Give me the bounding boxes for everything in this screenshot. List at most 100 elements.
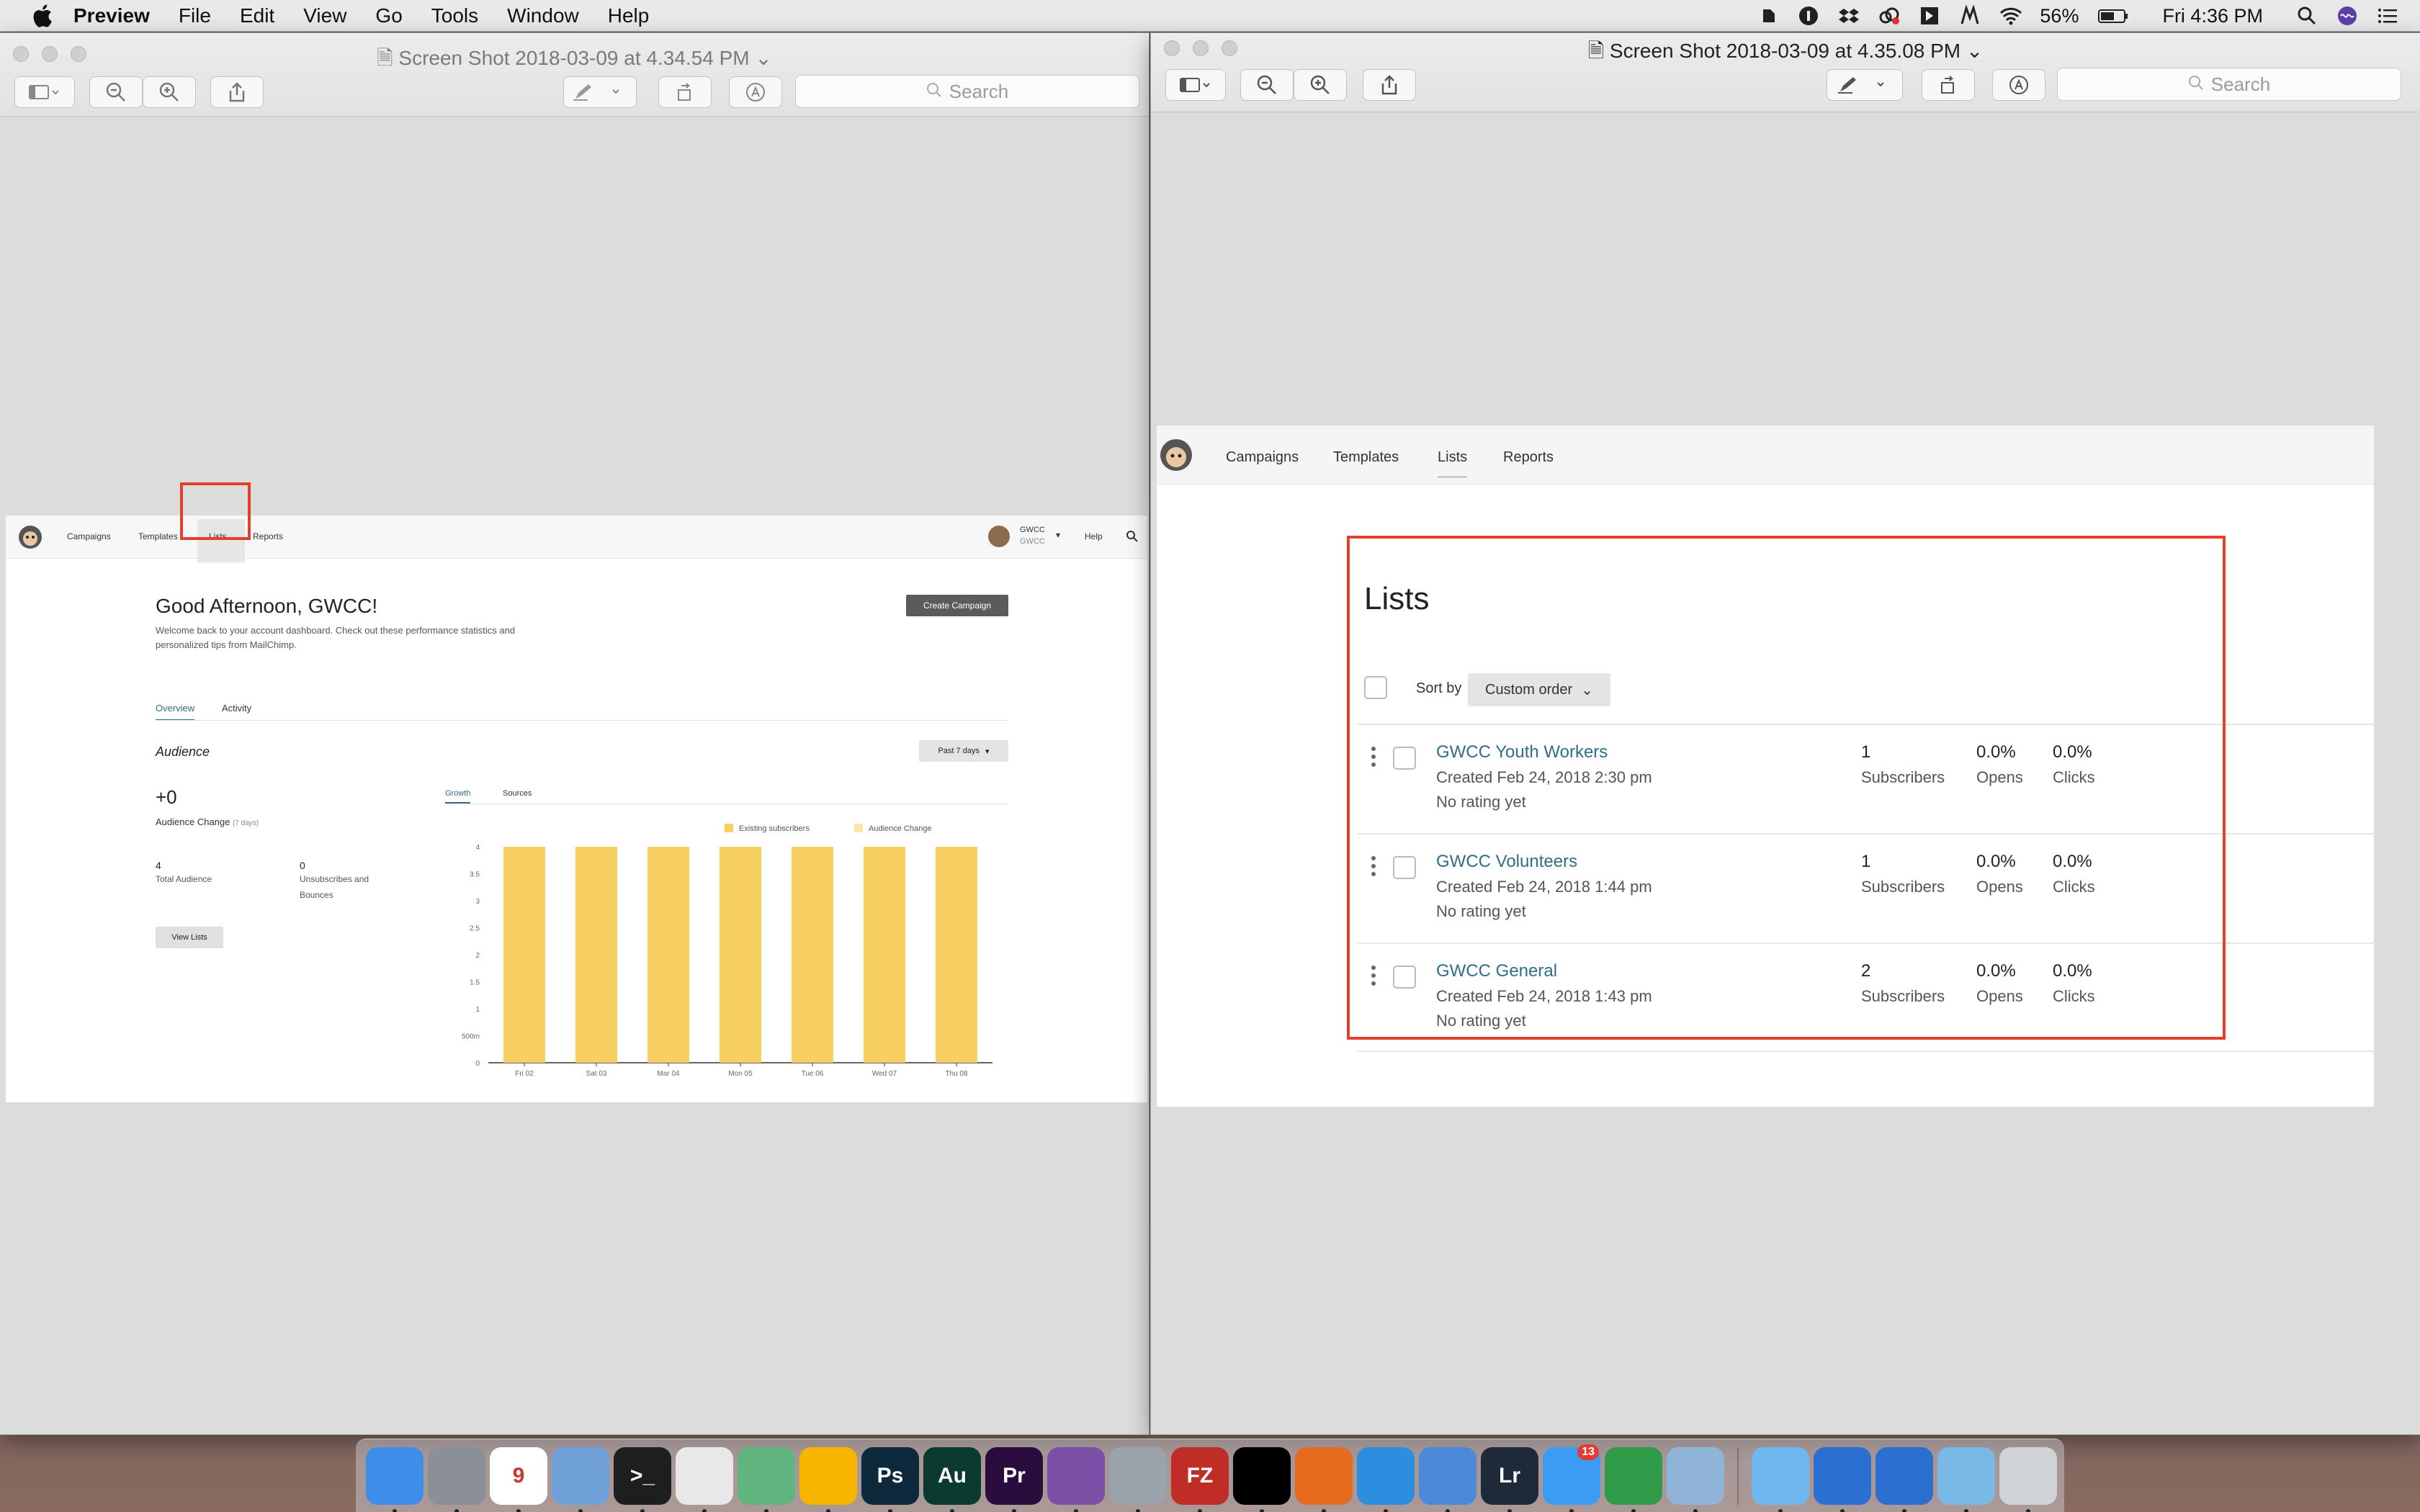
chevron-down-icon[interactable]: ⌄ [750,47,771,69]
account-chevron-icon[interactable]: ▾ [1056,530,1060,540]
tidal-icon[interactable] [1233,1446,1291,1512]
chart-tab-sources[interactable]: Sources [503,789,532,798]
terminal-icon[interactable]: >_ [614,1446,671,1512]
globe-icon[interactable] [1814,1446,1871,1512]
sidebar-toggle-button[interactable] [14,76,75,108]
view-lists-button[interactable]: View Lists [156,927,223,948]
mailchimp-m-status-icon[interactable] [1959,4,1981,27]
account-name[interactable]: GWCC [1020,526,1045,534]
nav-campaigns[interactable]: Campaigns [67,531,111,541]
mail-icon[interactable] [552,1446,609,1512]
window-title[interactable]: Screen Shot 2018-03-09 at 4.35.08 PM [1610,40,1960,62]
sketch-icon[interactable] [799,1446,857,1512]
lists-area-highlight-box [1347,536,2226,1040]
search-field[interactable]: Search [2057,68,2401,101]
window-title[interactable]: Screen Shot 2018-03-09 at 4.34.54 PM [398,47,749,69]
messages-icon[interactable]: 13 [1543,1444,1600,1512]
freddie-logo-icon[interactable] [1158,437,1194,477]
chrome-icon[interactable] [676,1446,733,1512]
rotate-button[interactable] [658,76,712,108]
y-tick-label: 4 [475,844,480,852]
lightroom-icon[interactable]: Lr [1481,1446,1538,1512]
tab-activity[interactable]: Activity [222,703,251,714]
nav-templates[interactable]: Templates [138,531,182,541]
growth-bar-chart: Existing subscribers Audience Change 4 3.5 3… [462,824,992,1078]
evernote-icon[interactable] [1605,1446,1662,1512]
nav-campaigns[interactable]: Campaigns [1226,449,1299,466]
freddie-logo-icon[interactable] [17,524,43,552]
spotlight-search-icon[interactable] [2296,5,2318,27]
markup-pen-button[interactable] [1827,69,1903,101]
markup-toolbar-button[interactable] [1992,69,2045,101]
nav-templates[interactable]: Templates [1333,449,1399,466]
markup-icon [746,83,765,102]
menu-edit[interactable]: Edit [240,4,274,27]
zoom-out-button[interactable] [89,76,143,108]
create-campaign-button[interactable]: Create Campaign [906,595,1008,616]
menu-help[interactable]: Help [608,4,650,27]
nav-reports[interactable]: Reports [1503,449,1554,466]
calendar-icon[interactable]: 9 [490,1446,547,1512]
firefox-icon[interactable] [1295,1446,1353,1512]
disk-utility-icon[interactable] [1109,1446,1167,1512]
documents-folder-icon[interactable] [1937,1446,1995,1512]
tab-overview[interactable]: Overview [156,703,195,721]
onepassword-status-icon[interactable] [1798,5,1819,27]
menu-view[interactable]: View [303,4,346,27]
nav-lists[interactable]: Lists [1438,449,1468,478]
zoom-in-button[interactable] [143,76,196,108]
dropbox-status-icon[interactable] [1838,5,1860,27]
premiere-icon[interactable]: Pr [985,1446,1043,1512]
markup-toolbar-button[interactable] [729,76,782,108]
menu-app-preview[interactable]: Preview [73,4,150,27]
menu-tools[interactable]: Tools [431,4,478,27]
nav-help[interactable]: Help [1085,531,1103,541]
chart-tab-growth[interactable]: Growth [445,789,471,804]
zoom-in-button[interactable] [1294,69,1347,101]
filezilla-icon[interactable]: FZ [1171,1446,1229,1512]
y-tick-label: 2 [475,952,480,960]
apple-menu-icon[interactable] [29,3,55,29]
network-icon[interactable] [1876,1446,1933,1512]
cursor-status-icon[interactable] [1919,5,1940,27]
title-bar: 🗎 Screen Shot 2018-03-09 at 4.35.08 PM ⌄… [1151,33,2420,112]
share-button[interactable] [1363,69,1416,101]
wifi-icon[interactable] [1999,5,2022,27]
atom-icon[interactable] [738,1446,795,1512]
trash-icon[interactable] [1999,1446,2057,1512]
github-icon[interactable] [1047,1446,1105,1512]
finder-icon[interactable] [366,1446,424,1512]
evernote-status-icon[interactable] [1757,5,1779,27]
chevron-down-icon[interactable]: ⌄ [1960,40,1983,62]
menu-file[interactable]: File [179,4,211,27]
safari-icon[interactable] [1357,1446,1415,1512]
photoshop-icon[interactable]: Ps [861,1446,919,1512]
notification-center-icon[interactable] [2377,5,2398,27]
menu-window[interactable]: Window [507,4,579,27]
running-indicator [950,1508,954,1512]
zoom-out-button[interactable] [1240,69,1294,101]
tabs-divider [156,720,1008,721]
nav-reports[interactable]: Reports [253,531,283,541]
battery-icon[interactable] [2097,5,2129,27]
creative-cloud-status-icon[interactable] [1878,5,1900,27]
launchpad-icon[interactable] [428,1446,485,1512]
avatar[interactable] [988,526,1010,547]
audition-icon[interactable]: Au [923,1446,981,1512]
markup-pen-button[interactable] [563,76,637,108]
menu-go[interactable]: Go [375,4,402,27]
clock[interactable]: Fri 4:36 PM [2162,5,2263,27]
folder-icon[interactable] [1752,1446,1809,1512]
audience-change-label: Audience Change [156,816,230,827]
bar-existing-subscribers [936,847,977,1063]
range-select[interactable]: Past 7 days ▾ [919,740,1008,762]
siri-icon[interactable] [2336,5,2358,27]
share-button[interactable] [210,76,264,108]
search-icon[interactable] [1126,530,1139,545]
rotate-button[interactable] [1922,69,1975,101]
search-placeholder: Search [2210,73,2271,95]
search-field[interactable]: Search [795,75,1139,108]
sidebar-toggle-button[interactable] [1165,69,1226,101]
xcode-icon[interactable] [1419,1446,1476,1512]
preview-icon[interactable] [1667,1446,1724,1512]
